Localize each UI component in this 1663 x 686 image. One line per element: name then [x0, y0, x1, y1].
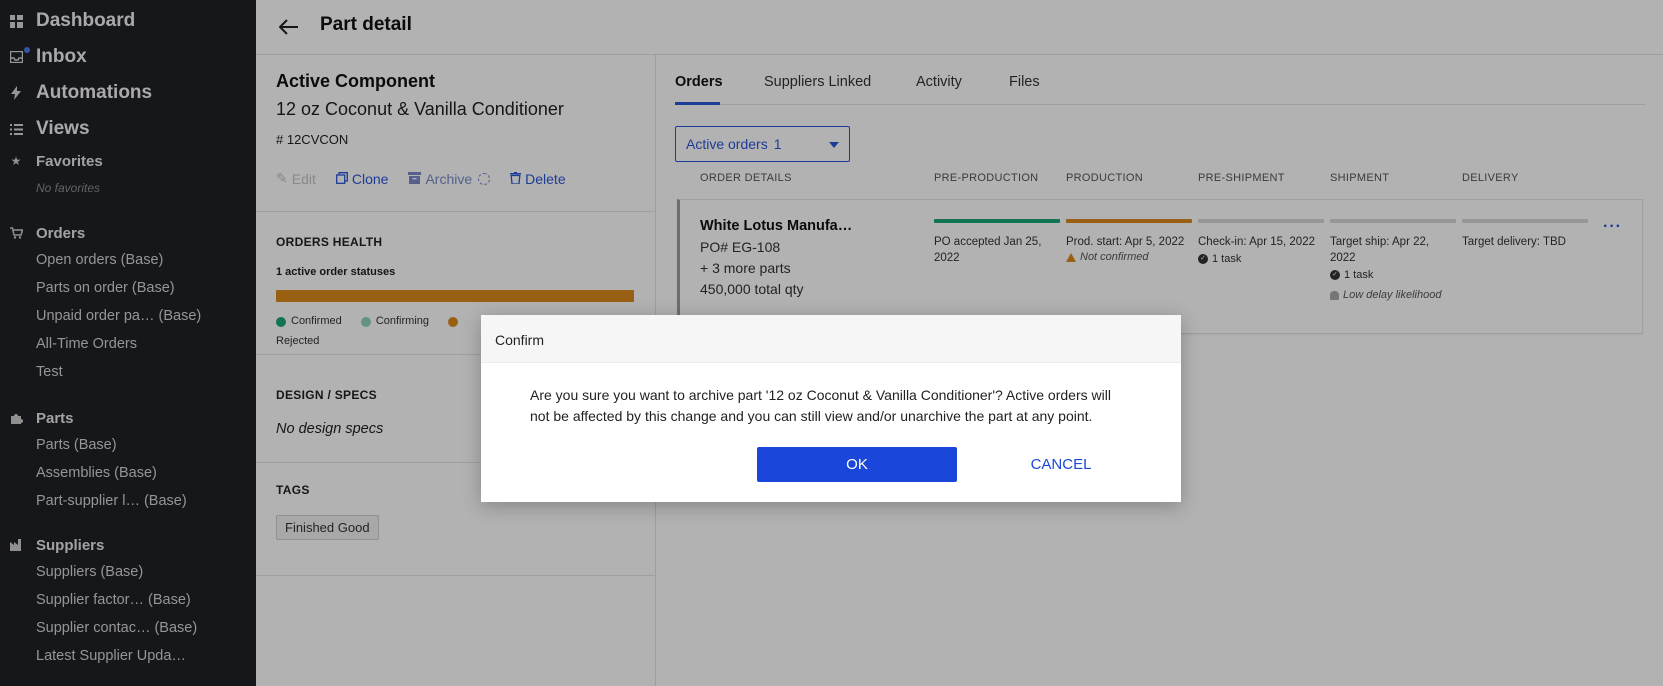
confirm-dialog: Confirm Are you sure you want to archive…: [481, 315, 1181, 502]
ok-button[interactable]: OK: [757, 447, 957, 482]
cancel-button[interactable]: CANCEL: [1011, 447, 1111, 482]
dialog-header: Confirm: [481, 315, 1181, 363]
dialog-title: Confirm: [495, 332, 545, 348]
dialog-message: Are you sure you want to archive part '1…: [530, 387, 1111, 424]
